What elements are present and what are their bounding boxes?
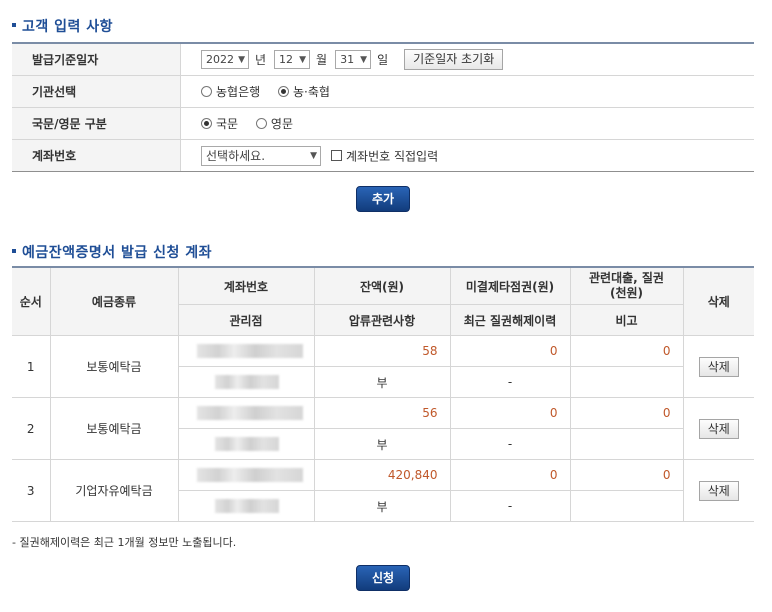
row-order: 3: [12, 459, 51, 522]
chevron-down-icon: ▼: [310, 150, 317, 161]
redacted-branch: [214, 499, 279, 514]
pledge-history-note: - 질권해제이력은 최근 1개월 정보만 노출됩니다.: [12, 536, 237, 549]
customer-input-form: 발급기준일자 2022 ▼ 년 12 ▼ 월 31 ▼ 일 기준일자 초기화 기관선택 농협은행 …: [12, 42, 754, 172]
row-remark: [569, 366, 683, 398]
header-order: 순서: [12, 266, 51, 336]
delete-button[interactable]: 삭제: [698, 356, 739, 377]
row-balance: 420,840: [313, 459, 451, 491]
header-uncleared: 미결제타점권(원): [449, 266, 571, 305]
section-title-customer-input: 고객 입력 사항: [12, 16, 113, 36]
row-order: 2: [12, 397, 51, 460]
redacted-branch: [214, 375, 279, 390]
chevron-down-icon: ▼: [299, 54, 307, 65]
language-row: 국문/영문 구분 국문 영문: [12, 107, 754, 140]
redacted-branch: [214, 437, 279, 452]
row-order: 1: [12, 335, 51, 398]
table-row: 1 보통예탁금 58 0 0 삭제: [12, 335, 754, 398]
issue-date-row: 발급기준일자 2022 ▼ 년 12 ▼ 월 31 ▼ 일 기준일자 초기화: [12, 43, 754, 76]
direct-input-checkbox[interactable]: [331, 150, 342, 161]
row-pledge-history: -: [449, 428, 571, 460]
row-seizure: 부: [313, 428, 451, 460]
day-select[interactable]: 31 ▼: [335, 50, 372, 69]
header-seizure: 압류관련사항: [313, 304, 451, 336]
account-label: 계좌번호: [12, 139, 181, 172]
header-pledge-history: 최근 질권해제이력: [449, 304, 571, 336]
delete-button[interactable]: 삭제: [698, 480, 739, 501]
row-remark: [569, 490, 683, 522]
header-loan: 관련대출, 질권 (천원): [569, 266, 684, 305]
submit-button[interactable]: 신청: [356, 565, 410, 591]
bullet-icon: [12, 23, 16, 27]
row-balance: 56: [313, 397, 451, 429]
redacted-account-number: [196, 468, 303, 483]
bullet-icon: [12, 249, 16, 253]
radio-english[interactable]: [255, 118, 267, 129]
header-branch: 관리점: [178, 304, 315, 336]
row-loan: 0: [569, 397, 684, 429]
redacted-account-number: [196, 344, 303, 359]
row-remark: [569, 428, 683, 460]
institution-label: 기관선택: [12, 75, 181, 108]
radio-nh-bank[interactable]: [201, 86, 212, 97]
row-type: 보통예탁금: [49, 335, 179, 398]
row-seizure: 부: [313, 366, 451, 398]
header-account-no: 계좌번호: [177, 266, 315, 305]
table-row: 2 보통예탁금 56 0 0 삭제: [12, 397, 754, 460]
reset-date-button[interactable]: 기준일자 초기화: [404, 49, 504, 70]
row-uncleared: 0: [449, 459, 571, 491]
issue-date-label: 발급기준일자: [12, 43, 181, 76]
header-remark: 비고: [569, 304, 683, 336]
radio-nh-cooperative[interactable]: [278, 86, 289, 97]
table-row: 3 기업자유예탁금 420,840 0 0 삭제: [12, 459, 754, 522]
row-type: 기업자유예탁금: [49, 459, 179, 522]
redacted-account-number: [196, 406, 303, 421]
row-uncleared: 0: [449, 335, 571, 367]
delete-button[interactable]: 삭제: [698, 418, 739, 439]
account-table: 순서 예금종류 계좌번호 잔액(원) 미결제타점권(원) 관련대출, 질권 (천…: [12, 266, 754, 522]
chevron-down-icon: ▼: [238, 54, 245, 65]
row-type: 보통예탁금: [49, 397, 179, 460]
chevron-down-icon: ▼: [360, 54, 368, 65]
row-seizure: 부: [313, 490, 451, 522]
add-button[interactable]: 추가: [356, 186, 410, 212]
row-uncleared: 0: [449, 397, 571, 429]
section-title-accounts: 예금잔액증명서 발급 신청 계좌: [12, 242, 212, 262]
header-delete: 삭제: [682, 266, 754, 336]
month-select[interactable]: 12 ▼: [274, 50, 311, 69]
year-select[interactable]: 2022 ▼: [201, 50, 249, 69]
row-pledge-history: -: [449, 490, 571, 522]
row-pledge-history: -: [449, 366, 571, 398]
institution-row: 기관선택 농협은행 농·축협: [12, 75, 754, 108]
account-row: 계좌번호 선택하세요. ▼ 계좌번호 직접입력: [12, 139, 754, 172]
header-balance: 잔액(원): [313, 266, 451, 305]
account-select[interactable]: 선택하세요. ▼: [201, 145, 321, 166]
language-label: 국문/영문 구분: [12, 107, 181, 140]
row-loan: 0: [569, 335, 684, 367]
row-balance: 58: [313, 335, 451, 367]
row-loan: 0: [569, 459, 684, 491]
header-type: 예금종류: [49, 266, 179, 336]
radio-korean[interactable]: [201, 118, 212, 129]
